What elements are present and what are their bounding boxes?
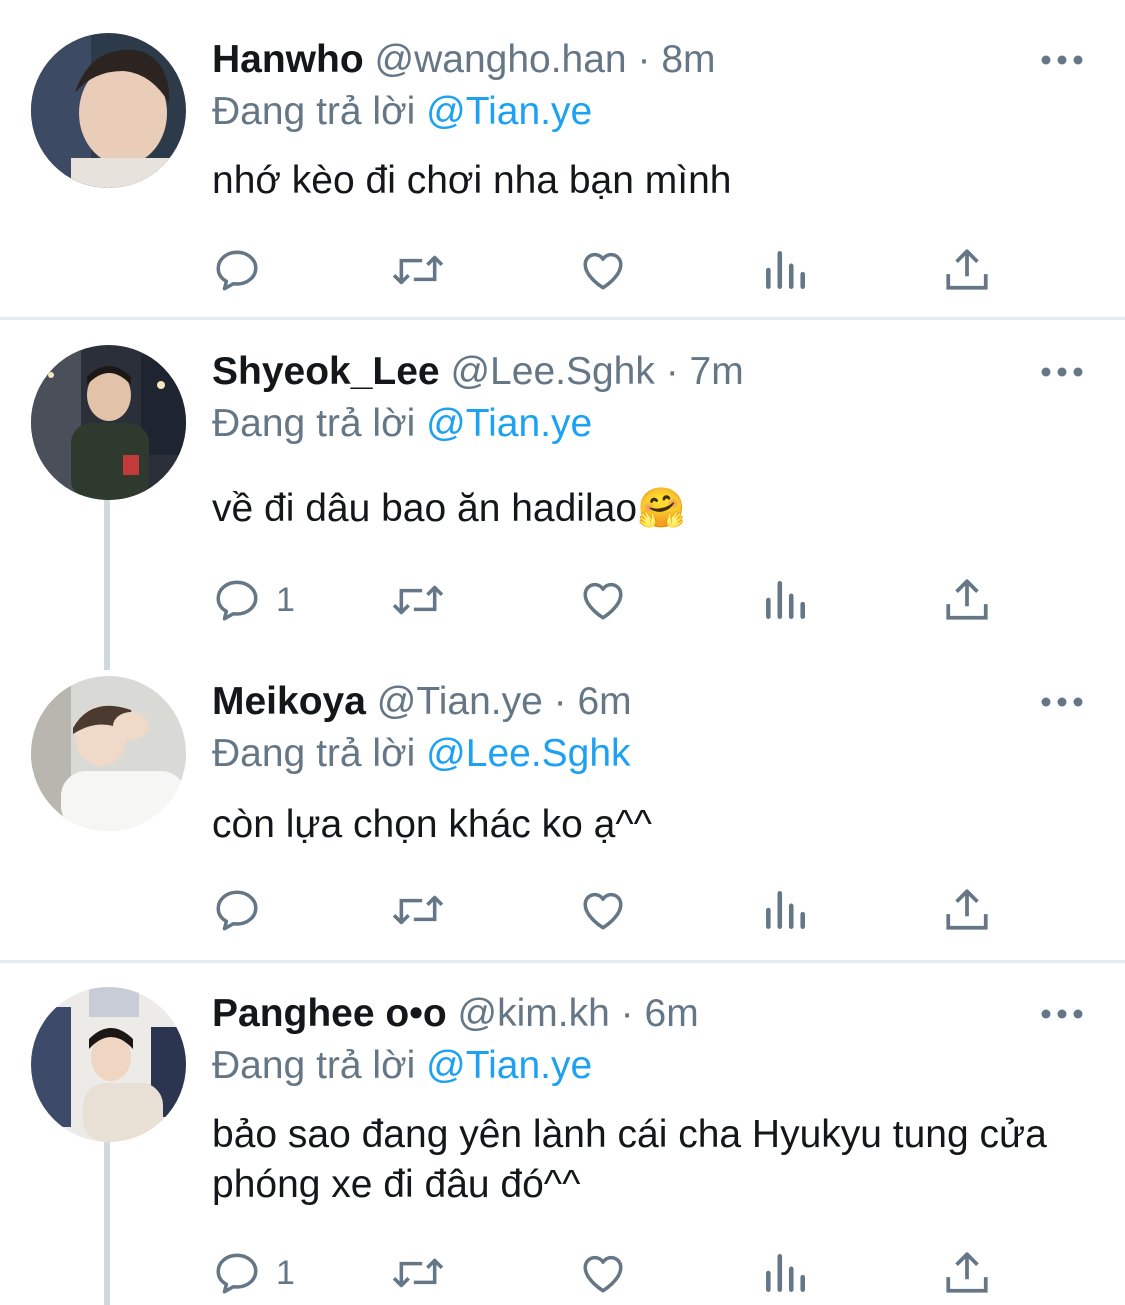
timestamp[interactable]: 6m	[645, 992, 699, 1035]
separator-dot: ·	[553, 680, 567, 723]
mention-link[interactable]: @Tian.ye	[426, 402, 592, 445]
mention-link[interactable]: @Lee.Sghk	[426, 732, 630, 775]
display-name[interactable]: Hanwho	[212, 38, 364, 81]
reply-prefix: Đang trả lời	[212, 1044, 416, 1087]
reply-button[interactable]	[212, 882, 276, 938]
tweet-text: về đi dâu bao ăn hadilao🤗	[212, 487, 686, 530]
user-handle[interactable]: @kim.kh	[458, 992, 610, 1035]
like-button[interactable]	[578, 1245, 628, 1301]
reply-icon	[216, 580, 258, 621]
user-handle[interactable]: @wangho.han	[375, 38, 627, 81]
reply-count: 1	[276, 580, 295, 619]
retweet-button[interactable]	[390, 572, 446, 628]
share-button[interactable]	[944, 242, 990, 298]
user-handle[interactable]: @Lee.Sghk	[450, 350, 654, 393]
tweet-text: còn lựa chọn khác ko ạ^^	[212, 803, 652, 846]
retweet-icon	[392, 255, 444, 285]
reply-context: Đang trả lời @Tian.ye	[212, 89, 592, 135]
heart-icon	[583, 892, 623, 930]
user-handle[interactable]: @Tian.ye	[377, 680, 543, 723]
tweet-text: nhớ kèo đi chơi nha bạn mình	[212, 159, 732, 202]
retweet-button[interactable]	[390, 882, 446, 938]
separator-dot: ·	[620, 992, 634, 1035]
avatar[interactable]	[31, 676, 186, 831]
reply-button[interactable]: 1	[212, 572, 295, 628]
more-icon[interactable]	[1040, 50, 1084, 70]
share-icon	[946, 249, 988, 290]
tweet[interactable]: Panghee o•o @kim.kh · 6m Đang trả lời @T…	[0, 963, 1125, 1305]
retweet-button[interactable]	[390, 1245, 446, 1301]
separator-dot: ·	[637, 38, 651, 81]
retweet-icon	[392, 1258, 444, 1288]
reply-button[interactable]: 1	[212, 1245, 295, 1301]
reply-icon	[216, 890, 258, 931]
avatar[interactable]	[31, 345, 186, 500]
avatar[interactable]	[31, 33, 186, 188]
analytics-button[interactable]	[762, 882, 808, 938]
reply-context: Đang trả lời @Tian.ye	[212, 1043, 592, 1089]
tweet-header: Panghee o•o @kim.kh · 6m	[212, 991, 699, 1037]
analytics-icon	[766, 581, 805, 619]
analytics-button[interactable]	[762, 242, 808, 298]
like-button[interactable]	[578, 882, 628, 938]
display-name[interactable]: Panghee o•o	[212, 992, 447, 1035]
share-button[interactable]	[944, 1245, 990, 1301]
timestamp[interactable]: 7m	[690, 350, 744, 393]
tweet[interactable]: Hanwho @wangho.han · 8m Đang trả lời @Ti…	[0, 0, 1125, 317]
tweet-header: Meikoya @Tian.ye · 6m	[212, 679, 632, 725]
retweet-icon	[392, 585, 444, 615]
share-icon	[946, 889, 988, 930]
more-icon[interactable]	[1040, 1004, 1084, 1024]
action-bar: 1	[212, 1245, 1032, 1301]
reply-prefix: Đang trả lời	[212, 732, 416, 775]
retweet-icon	[392, 895, 444, 925]
display-name[interactable]: Shyeok_Lee	[212, 350, 440, 393]
share-icon	[946, 579, 988, 620]
action-bar: 1	[212, 572, 1032, 628]
share-button[interactable]	[944, 882, 990, 938]
analytics-icon	[766, 251, 805, 289]
action-bar	[212, 242, 1032, 298]
share-icon	[946, 1252, 988, 1293]
action-bar	[212, 882, 1032, 938]
reply-icon	[216, 250, 258, 291]
reply-icon	[216, 1253, 258, 1294]
reply-context: Đang trả lời @Tian.ye	[212, 401, 592, 447]
share-button[interactable]	[944, 572, 990, 628]
analytics-button[interactable]	[762, 572, 808, 628]
heart-icon	[583, 1255, 623, 1293]
reply-count: 1	[276, 1253, 295, 1292]
tweet-text: bảo sao đang yên lành cái cha Hyukyu tun…	[212, 1113, 1047, 1206]
tweet[interactable]: Meikoya @Tian.ye · 6m Đang trả lời @Lee.…	[0, 660, 1125, 960]
reply-context: Đang trả lời @Lee.Sghk	[212, 731, 631, 777]
reply-prefix: Đang trả lời	[212, 90, 416, 133]
tweet-header: Hanwho @wangho.han · 8m	[212, 37, 716, 83]
timestamp[interactable]: 8m	[661, 38, 715, 81]
heart-icon	[583, 582, 623, 620]
avatar[interactable]	[31, 987, 186, 1142]
display-name[interactable]: Meikoya	[212, 680, 366, 723]
heart-icon	[583, 252, 623, 290]
mention-link[interactable]: @Tian.ye	[426, 90, 592, 133]
more-icon[interactable]	[1040, 362, 1084, 382]
reply-button[interactable]	[212, 242, 276, 298]
tweet-header: Shyeok_Lee @Lee.Sghk · 7m	[212, 349, 744, 395]
like-button[interactable]	[578, 242, 628, 298]
mention-link[interactable]: @Tian.ye	[426, 1044, 592, 1087]
more-icon[interactable]	[1040, 692, 1084, 712]
timestamp[interactable]: 6m	[577, 680, 631, 723]
tweet[interactable]: Shyeok_Lee @Lee.Sghk · 7m Đang trả lời @…	[0, 320, 1125, 660]
analytics-button[interactable]	[762, 1245, 808, 1301]
analytics-icon	[766, 891, 805, 929]
like-button[interactable]	[578, 572, 628, 628]
analytics-icon	[766, 1254, 805, 1292]
retweet-button[interactable]	[390, 242, 446, 298]
separator-dot: ·	[665, 350, 679, 393]
reply-prefix: Đang trả lời	[212, 402, 416, 445]
